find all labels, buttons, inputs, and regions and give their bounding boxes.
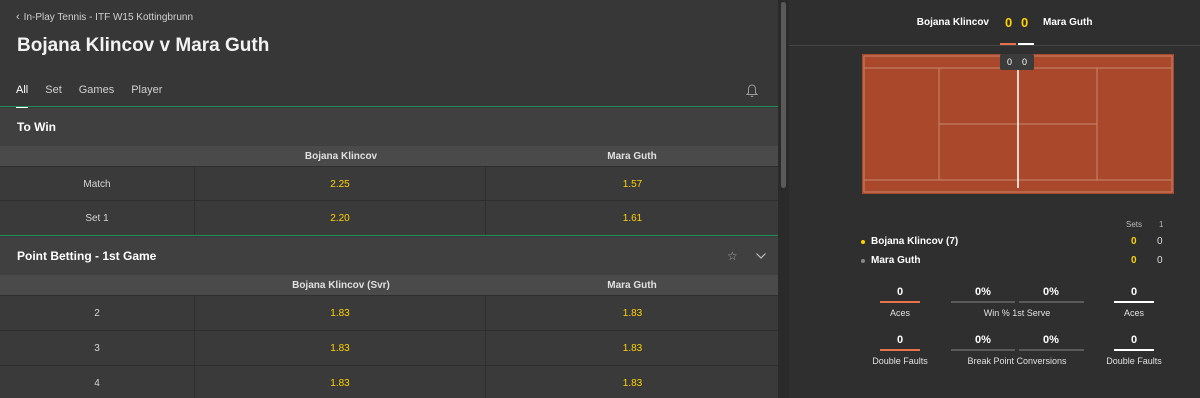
bell-icon[interactable] bbox=[746, 84, 758, 98]
star-icon[interactable]: ☆ bbox=[727, 249, 739, 263]
odds-button[interactable]: 2.20 bbox=[195, 201, 486, 236]
section-divider bbox=[0, 235, 778, 236]
break-point-label: Break Point Conversions bbox=[967, 356, 1067, 366]
market-row-3: 3 1.83 1.83 bbox=[0, 330, 778, 366]
scoreboard-header: Bojana Klincov 0 0 Mara Guth bbox=[789, 0, 1200, 46]
win-1st-serve-player1-bar bbox=[951, 301, 1015, 303]
point-betting-column-headers: Bojana Klincov (Svr) Mara Guth bbox=[0, 275, 778, 295]
to-win-header[interactable]: To Win bbox=[0, 108, 778, 146]
page-title: Bojana Klincov v Mara Guth bbox=[17, 35, 270, 56]
set-number-header: 1 bbox=[1159, 220, 1164, 229]
aces-player2-bar bbox=[1114, 301, 1154, 303]
odds-button[interactable]: 1.83 bbox=[487, 296, 778, 331]
aces-player1-value: 0 bbox=[896, 286, 904, 298]
player1-score: 0 bbox=[1005, 15, 1013, 30]
odds-button[interactable]: 1.83 bbox=[195, 366, 486, 398]
tab-set[interactable]: Set bbox=[45, 84, 62, 108]
player2-games: 0 bbox=[1131, 255, 1137, 266]
scrollbar-thumb[interactable] bbox=[781, 2, 786, 188]
tennis-court bbox=[862, 54, 1174, 194]
double-faults-player2-label: Double Faults bbox=[1106, 356, 1162, 366]
player1-set1: 0 bbox=[1157, 236, 1163, 247]
player1-games: 0 bbox=[1131, 236, 1137, 247]
column-header-player1: Bojana Klincov (Svr) bbox=[292, 280, 390, 291]
break-point-player1-value: 0% bbox=[975, 334, 991, 346]
chevron-left-icon: ‹ bbox=[16, 11, 20, 23]
odds-button[interactable]: 1.83 bbox=[195, 331, 486, 366]
odds-button[interactable]: 1.57 bbox=[487, 167, 778, 202]
scoreboard-row-player2: Mara Guth bbox=[861, 255, 920, 266]
player-dot-icon bbox=[861, 258, 865, 263]
tab-divider bbox=[0, 106, 778, 107]
break-point-player2-bar bbox=[1019, 349, 1084, 351]
player2-score: 0 bbox=[1021, 15, 1029, 30]
breadcrumb[interactable]: ‹ In-Play Tennis - ITF W15 Kottingbrunn bbox=[16, 11, 193, 23]
column-header-player1: Bojana Klincov bbox=[304, 151, 378, 162]
player1-name: Bojana Klincov bbox=[916, 17, 989, 28]
market-row-match: Match 2.25 1.57 bbox=[0, 166, 778, 202]
win-1st-serve-player2-value: 0% bbox=[1043, 286, 1059, 298]
odds-button[interactable]: 1.83 bbox=[487, 331, 778, 366]
scrollbar[interactable] bbox=[778, 0, 789, 398]
to-win-column-headers: Bojana Klincov Mara Guth bbox=[0, 146, 778, 166]
odds-button[interactable]: 1.83 bbox=[487, 366, 778, 398]
aces-player1-bar bbox=[880, 301, 920, 303]
aces-player2-value: 0 bbox=[1130, 286, 1138, 298]
double-faults-player2-value: 0 bbox=[1130, 334, 1138, 346]
sets-header: Sets bbox=[1126, 220, 1143, 229]
row-label: 2 bbox=[0, 296, 195, 331]
aces-player1-label: Aces bbox=[889, 308, 911, 318]
aces-player2-label: Aces bbox=[1123, 308, 1145, 318]
scoreboard-row-player1: Bojana Klincov (7) bbox=[861, 236, 958, 247]
markets-panel: ‹ In-Play Tennis - ITF W15 Kottingbrunn … bbox=[0, 0, 778, 398]
player2-full-name: Mara Guth bbox=[871, 255, 921, 266]
column-header-player2: Mara Guth bbox=[607, 280, 657, 291]
market-row-2: 2 1.83 1.83 bbox=[0, 295, 778, 331]
scoreboard-panel: Bojana Klincov 0 0 Mara Guth 0 0 Sets 1 … bbox=[789, 0, 1200, 398]
point-betting-header[interactable]: Point Betting - 1st Game bbox=[0, 237, 778, 275]
serving-indicator-icon bbox=[861, 239, 865, 244]
market-tabs: All Set Games Player bbox=[16, 84, 179, 108]
win-1st-serve-player1-value: 0% bbox=[975, 286, 991, 298]
court-score-badge: 0 0 bbox=[1000, 54, 1034, 70]
tab-games[interactable]: Games bbox=[79, 84, 114, 108]
player2-name: Mara Guth bbox=[1043, 17, 1093, 28]
court-score-player1: 0 bbox=[1007, 57, 1013, 67]
player1-full-name: Bojana Klincov (7) bbox=[871, 236, 959, 247]
break-point-player1-bar bbox=[951, 349, 1015, 351]
court-score-player2: 0 bbox=[1022, 57, 1028, 67]
chevron-down-icon[interactable] bbox=[755, 250, 767, 262]
player2-set1: 0 bbox=[1157, 255, 1163, 266]
double-faults-player1-label: Double Faults bbox=[872, 356, 928, 366]
market-row-4: 4 1.83 1.83 bbox=[0, 365, 778, 398]
double-faults-player2-bar bbox=[1114, 349, 1154, 351]
double-faults-player1-value: 0 bbox=[896, 334, 904, 346]
panel-divider bbox=[789, 45, 1200, 46]
point-betting-title: Point Betting - 1st Game bbox=[17, 249, 157, 263]
double-faults-player1-bar bbox=[880, 349, 920, 351]
odds-button[interactable]: 1.61 bbox=[487, 201, 778, 236]
win-1st-serve-player2-bar bbox=[1019, 301, 1084, 303]
row-label: Match bbox=[0, 167, 195, 202]
tab-all[interactable]: All bbox=[16, 84, 29, 108]
market-row-set1: Set 1 2.20 1.61 bbox=[0, 200, 778, 236]
row-label: 3 bbox=[0, 331, 195, 366]
odds-button[interactable]: 2.25 bbox=[195, 167, 486, 202]
break-point-player2-value: 0% bbox=[1043, 334, 1059, 346]
odds-button[interactable]: 1.83 bbox=[195, 296, 486, 331]
row-label: Set 1 bbox=[0, 201, 195, 236]
to-win-title: To Win bbox=[17, 120, 56, 134]
column-header-player2: Mara Guth bbox=[607, 151, 657, 162]
breadcrumb-text[interactable]: In-Play Tennis - ITF W15 Kottingbrunn bbox=[24, 12, 193, 23]
row-label: 4 bbox=[0, 366, 195, 398]
tab-player[interactable]: Player bbox=[131, 84, 162, 108]
win-1st-serve-label: Win % 1st Serve bbox=[983, 308, 1051, 318]
